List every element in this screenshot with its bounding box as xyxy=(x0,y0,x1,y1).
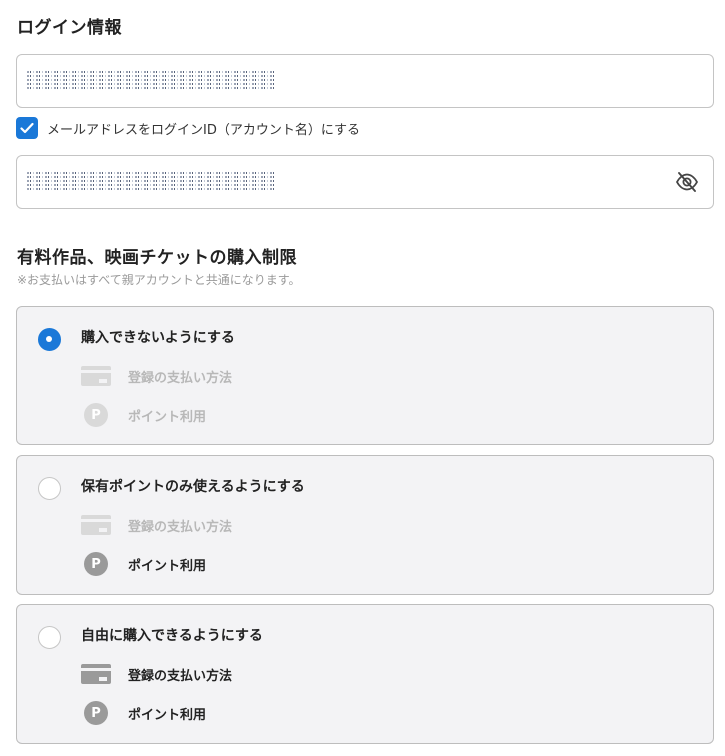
option-label: 自由に購入できるようにする xyxy=(81,628,263,644)
credit-card-icon xyxy=(81,664,111,684)
radio-points-only[interactable] xyxy=(38,477,61,500)
option-card-points-only[interactable]: 保有ポイントのみ使えるようにする 登録の支払い方法 P ポイント利用 xyxy=(16,455,714,595)
radio-no-purchase[interactable] xyxy=(38,328,61,351)
method-label: 登録の支払い方法 xyxy=(128,370,233,386)
method-label: 登録の支払い方法 xyxy=(128,668,233,684)
payment-note: ※お支払いはすべて親アカウントと共通になります。 xyxy=(17,273,301,287)
method-row-points: P ポイント利用 xyxy=(81,701,207,725)
masked-password-value xyxy=(27,170,275,192)
method-label: ポイント利用 xyxy=(128,409,207,425)
option-card-free-purchase[interactable]: 自由に購入できるようにする 登録の支払い方法 P ポイント利用 xyxy=(16,604,714,744)
method-row-card: 登録の支払い方法 xyxy=(81,365,232,387)
method-label: ポイント利用 xyxy=(128,558,207,574)
email-input[interactable] xyxy=(16,54,714,108)
option-card-no-purchase[interactable]: 購入できないようにする 登録の支払い方法 P ポイント利用 xyxy=(16,306,714,445)
login-info-title: ログイン情報 xyxy=(17,18,122,38)
method-label: 登録の支払い方法 xyxy=(128,519,233,535)
option-label: 保有ポイントのみ使えるようにする xyxy=(81,479,305,495)
method-row-card: 登録の支払い方法 xyxy=(81,663,232,685)
method-row-points: P ポイント利用 xyxy=(81,403,207,427)
point-icon: P xyxy=(84,552,108,576)
option-label: 購入できないようにする xyxy=(81,330,235,346)
eye-off-icon[interactable] xyxy=(675,171,699,193)
point-icon: P xyxy=(84,403,108,427)
radio-free-purchase[interactable] xyxy=(38,626,61,649)
method-row-card: 登録の支払い方法 xyxy=(81,514,232,536)
use-email-as-login-id-checkbox[interactable]: メールアドレスをログインID（アカウント名）にする xyxy=(16,117,360,139)
purchase-restriction-title: 有料作品、映画チケットの購入制限 xyxy=(17,248,297,268)
credit-card-icon xyxy=(81,366,111,386)
point-icon: P xyxy=(84,701,108,725)
masked-email-value xyxy=(27,69,275,91)
method-row-points: P ポイント利用 xyxy=(81,552,207,576)
use-email-as-login-id-label: メールアドレスをログインID（アカウント名）にする xyxy=(47,122,360,138)
credit-card-icon xyxy=(81,515,111,535)
method-label: ポイント利用 xyxy=(128,707,207,723)
password-input[interactable] xyxy=(16,155,714,209)
checkbox-checked-icon[interactable] xyxy=(16,117,38,139)
